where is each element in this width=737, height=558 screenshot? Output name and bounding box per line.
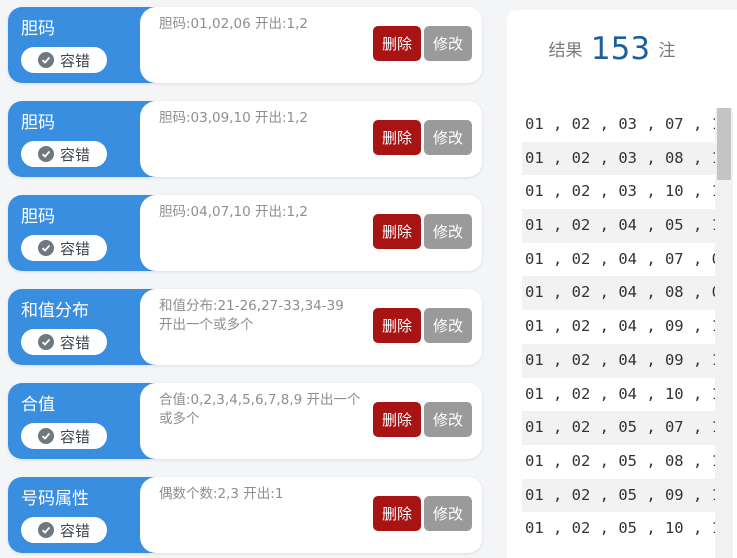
combination-row: 01 , 02 , 04 , 07 , 09 — [525, 249, 731, 268]
check-circle-icon — [37, 240, 54, 256]
rule-description: 胆码:01,02,06 开出:1,2 — [159, 15, 387, 34]
rule-card: 胆码 容错 胆码:03,09,10 开出:1,2 删除 修改 — [8, 101, 482, 177]
rule-card: 胆码 容错 胆码:04,07,10 开出:1,2 删除 修改 — [8, 195, 482, 271]
combination-row: 01 , 02 , 03 , 07 , 10 — [525, 115, 731, 133]
rule-name: 合值 — [21, 395, 55, 415]
tolerance-label: 容错 — [59, 239, 90, 258]
tolerance-label: 容错 — [59, 521, 90, 540]
combination-row: 01 , 02 , 03 , 08 , 10 — [522, 141, 730, 176]
rule-name: 号码属性 — [21, 489, 89, 509]
tolerance-toggle[interactable]: 容错 — [21, 141, 107, 167]
result-summary: 结果 153 注 — [507, 31, 717, 67]
rule-description: 和值分布:21-26,27-33,34-39 开出一个或多个 — [159, 297, 387, 335]
delete-button[interactable]: 删除 — [373, 308, 421, 343]
rule-card: 胆码 容错 胆码:01,02,06 开出:1,2 删除 修改 — [8, 7, 482, 83]
delete-button[interactable]: 删除 — [373, 214, 421, 249]
result-prefix: 结果 — [548, 41, 583, 61]
delete-button[interactable]: 删除 — [373, 120, 421, 155]
check-circle-icon — [37, 522, 54, 538]
delete-button[interactable]: 删除 — [373, 26, 421, 61]
edit-button[interactable]: 修改 — [424, 26, 472, 61]
combination-row: 01 , 02 , 04 , 08 , 09 — [522, 276, 730, 311]
tolerance-label: 容错 — [59, 427, 90, 446]
result-suffix: 注 — [658, 41, 676, 61]
rule-description-line: 合值:0,2,3,4,5,6,7,8,9 开出一个 — [159, 392, 361, 408]
rule-tag: 胆码 容错 — [8, 195, 172, 271]
edit-button[interactable]: 修改 — [424, 308, 472, 343]
scrollbar-thumb[interactable] — [717, 108, 731, 180]
rule-description: 合值:0,2,3,4,5,6,7,8,9 开出一个 或多个 — [159, 391, 387, 429]
edit-button[interactable]: 修改 — [424, 120, 472, 155]
rule-description-line: 胆码:04,07,10 开出:1,2 — [159, 204, 308, 220]
combination-row: 01 , 02 , 05 , 10 , 11 — [525, 519, 731, 538]
delete-button[interactable]: 删除 — [373, 496, 421, 531]
rule-card: 和值分布 容错 和值分布:21-26,27-33,34-39 开出一个或多个 删… — [8, 289, 482, 365]
rule-tag: 号码属性 容错 — [8, 477, 172, 553]
rule-tag: 胆码 容错 — [8, 101, 172, 177]
check-circle-icon — [37, 428, 54, 444]
combination-row: 01 , 02 , 05 , 08 , 10 — [525, 451, 731, 470]
combination-list: 01 , 02 , 03 , 07 , 10 01 , 02 , 03 , 08… — [522, 108, 731, 546]
combination-row: 01 , 02 , 04 , 05 , 10 — [522, 209, 730, 243]
rule-card: 号码属性 容错 偶数个数:2,3 开出:1 删除 修改 — [8, 477, 482, 553]
tolerance-label: 容错 — [59, 51, 90, 70]
tolerance-toggle[interactable]: 容错 — [21, 235, 107, 261]
rule-name: 和值分布 — [21, 301, 89, 321]
tolerance-toggle[interactable]: 容错 — [21, 423, 107, 449]
result-count: 153 — [590, 31, 651, 67]
check-circle-icon — [37, 52, 54, 68]
rule-name: 胆码 — [21, 207, 55, 227]
rule-tag: 胆码 容错 — [8, 7, 172, 83]
rule-tag: 合值 容错 — [8, 383, 172, 459]
combination-row: 01 , 02 , 04 , 09 , 10 — [525, 317, 731, 336]
rule-name: 胆码 — [21, 113, 55, 133]
tolerance-label: 容错 — [59, 145, 90, 164]
tolerance-toggle[interactable]: 容错 — [21, 517, 107, 543]
rule-description-line: 和值分布:21-26,27-33,34-39 — [159, 298, 344, 314]
edit-button[interactable]: 修改 — [424, 402, 472, 437]
rule-description: 偶数个数:2,3 开出:1 — [159, 485, 387, 504]
vertical-scrollbar[interactable] — [715, 108, 733, 558]
combination-row: 01 , 02 , 05 , 09 , 10 — [522, 478, 730, 513]
edit-button[interactable]: 修改 — [424, 214, 472, 249]
combination-row: 01 , 02 , 04 , 10 , 11 — [525, 384, 731, 403]
combination-row: 01 , 02 , 05 , 07 , 10 — [522, 411, 730, 445]
rule-name: 胆码 — [21, 19, 55, 39]
check-circle-icon — [37, 334, 54, 350]
tolerance-toggle[interactable]: 容错 — [21, 329, 107, 355]
tolerance-label: 容错 — [59, 333, 90, 352]
combination-row: 01 , 02 , 03 , 10 , 11 — [525, 182, 731, 201]
rule-description-line: 偶数个数:2,3 开出:1 — [159, 486, 284, 502]
rule-description-line: 胆码:01,02,06 开出:1,2 — [159, 16, 308, 32]
rule-description-line: 胆码:03,09,10 开出:1,2 — [159, 110, 308, 126]
combination-row: 01 , 02 , 04 , 09 , 11 — [522, 343, 730, 378]
rule-tag: 和值分布 容错 — [8, 289, 172, 365]
delete-button[interactable]: 删除 — [373, 402, 421, 437]
rule-card: 合值 容错 合值:0,2,3,4,5,6,7,8,9 开出一个 或多个 删除 修… — [8, 383, 482, 459]
result-panel: 结果 153 注 01 , 02 , 03 , 07 , 10 01 , 02 … — [507, 10, 737, 558]
rule-description: 胆码:03,09,10 开出:1,2 — [159, 109, 387, 128]
rule-description: 胆码:04,07,10 开出:1,2 — [159, 203, 387, 222]
rule-description-line: 或多个 — [159, 411, 200, 427]
rule-list: 胆码 容错 胆码:01,02,06 开出:1,2 删除 修改 胆码 容错 胆码:… — [0, 0, 495, 558]
edit-button[interactable]: 修改 — [424, 496, 472, 531]
check-circle-icon — [37, 146, 54, 162]
rule-description-line: 开出一个或多个 — [159, 317, 254, 333]
tolerance-toggle[interactable]: 容错 — [21, 47, 107, 73]
